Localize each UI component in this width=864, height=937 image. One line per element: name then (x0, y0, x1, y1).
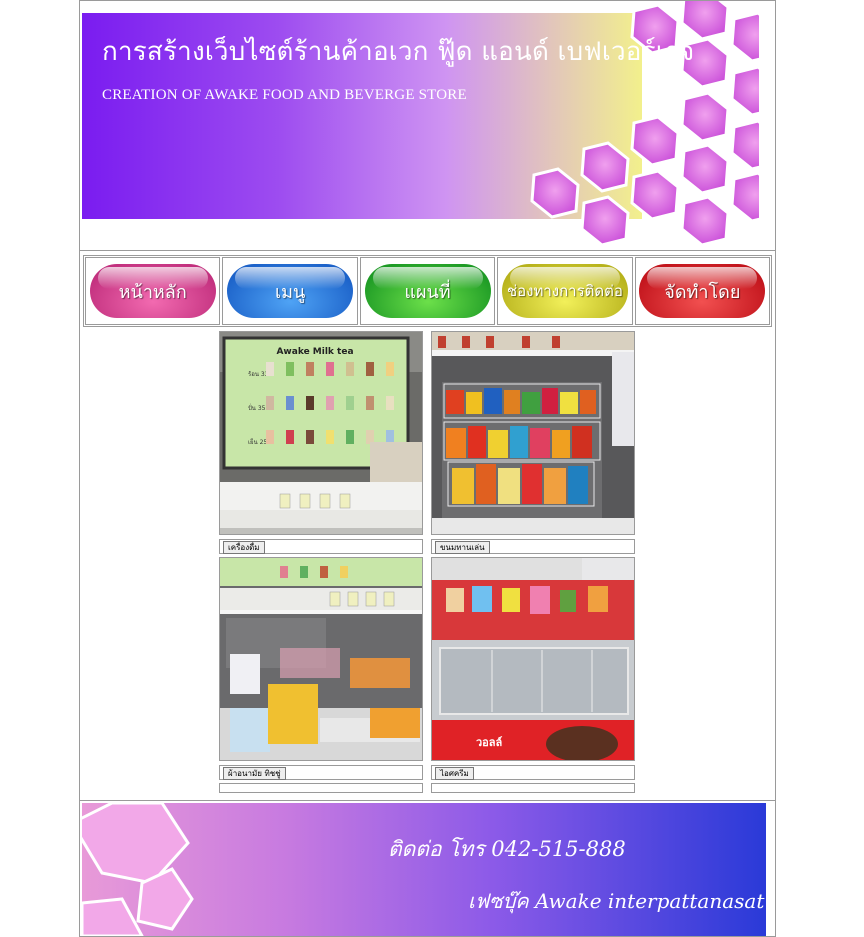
caption-cell-snacks: ขนมทานเล่น (431, 539, 635, 554)
empty-cell-left (219, 783, 423, 793)
nav-cell-credits: จัดทำโดย (634, 257, 771, 325)
footer-phone-text: ติดต่อ โทร 042-515-888 (388, 837, 626, 861)
caption-button-shelf[interactable]: ผ้าอนามัย ทิชชู่ (223, 767, 286, 780)
drinks-photo-image: Awake Milk tea ร้อน 33.- ปั่น 35.- เย็น … (220, 332, 422, 534)
banner-title: การสร้างเว็บไซต์ร้านค้าอเวก ฟู๊ด แอนด์ เ… (102, 37, 695, 67)
snacks-photo-image (432, 332, 634, 534)
nav-button-menu[interactable]: เมนู (227, 264, 354, 318)
gallery-photo-snacks[interactable] (431, 331, 635, 535)
page-container: การสร้างเว็บไซต์ร้านค้าอเวก ฟู๊ด แอนด์ เ… (79, 0, 776, 937)
icecream-photo-image: วอลล์ (432, 558, 634, 760)
header-divider (80, 250, 775, 251)
nav-cell-menu: เมนู (222, 257, 358, 325)
photo-gallery: Awake Milk tea ร้อน 33.- ปั่น 35.- เย็น … (219, 331, 637, 797)
nav-button-map[interactable]: แผนที่ (364, 264, 491, 318)
gallery-photo-drinks[interactable]: Awake Milk tea ร้อน 33.- ปั่น 35.- เย็น … (219, 331, 423, 535)
empty-cell-right (431, 783, 635, 793)
header-banner: การสร้างเว็บไซต์ร้านค้าอเวก ฟู๊ด แอนด์ เ… (82, 1, 759, 249)
nav-button-credits[interactable]: จัดทำโดย (639, 264, 766, 318)
nav-bar: หน้าหลัก เมนู แผนที่ ช่องทางการติดต่อ จั… (83, 255, 772, 327)
shelf-photo-image (220, 558, 422, 760)
caption-button-snacks[interactable]: ขนมทานเล่น (435, 541, 490, 554)
footer-polygon-pattern (82, 803, 194, 936)
caption-cell-shelf: ผ้าอนามัย ทิชชู่ (219, 765, 423, 780)
nav-button-home[interactable]: หน้าหลัก (89, 264, 216, 318)
caption-cell-drinks: เครื่องดื่ม (219, 539, 423, 554)
nav-cell-home: หน้าหลัก (85, 257, 221, 325)
caption-button-drinks[interactable]: เครื่องดื่ม (223, 541, 265, 554)
nav-button-contact[interactable]: ช่องทางการติดต่อ (501, 264, 628, 318)
nav-cell-map: แผนที่ (359, 257, 496, 325)
freezer-brand-text: วอลล์ (476, 736, 503, 749)
nav-cell-contact: ช่องทางการติดต่อ (497, 257, 633, 325)
gallery-photo-shelf[interactable] (219, 557, 423, 761)
caption-cell-icecream: ไอศครีม (431, 765, 635, 780)
gallery-photo-icecream[interactable]: วอลล์ (431, 557, 635, 761)
caption-button-icecream[interactable]: ไอศครีม (435, 767, 474, 780)
footer-divider (80, 800, 775, 801)
footer-facebook-text: เฟซบุ๊ค Awake interpattanasat. (468, 889, 766, 913)
footer-banner: ติดต่อ โทร 042-515-888 เฟซบุ๊ค Awake int… (82, 803, 766, 936)
banner-subtitle: CREATION OF AWAKE FOOD AND BEVERGE STORE (102, 87, 467, 103)
menu-board-title: Awake Milk tea (276, 347, 353, 357)
